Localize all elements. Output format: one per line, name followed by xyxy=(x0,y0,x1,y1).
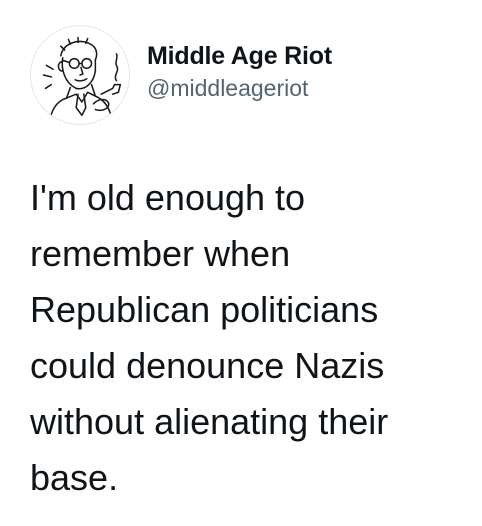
tweet-card: Middle Age Riot @middleageriot I'm old e… xyxy=(0,0,482,526)
man-with-pipe-icon xyxy=(42,36,122,123)
avatar[interactable] xyxy=(30,25,130,125)
tweet-header: Middle Age Riot @middleageriot xyxy=(30,25,332,125)
display-name[interactable]: Middle Age Riot xyxy=(147,41,332,71)
tweet-text: I'm old enough to remember when Republic… xyxy=(30,177,389,498)
user-info: Middle Age Riot @middleageriot xyxy=(147,41,332,103)
user-handle[interactable]: @middleageriot xyxy=(147,73,332,103)
